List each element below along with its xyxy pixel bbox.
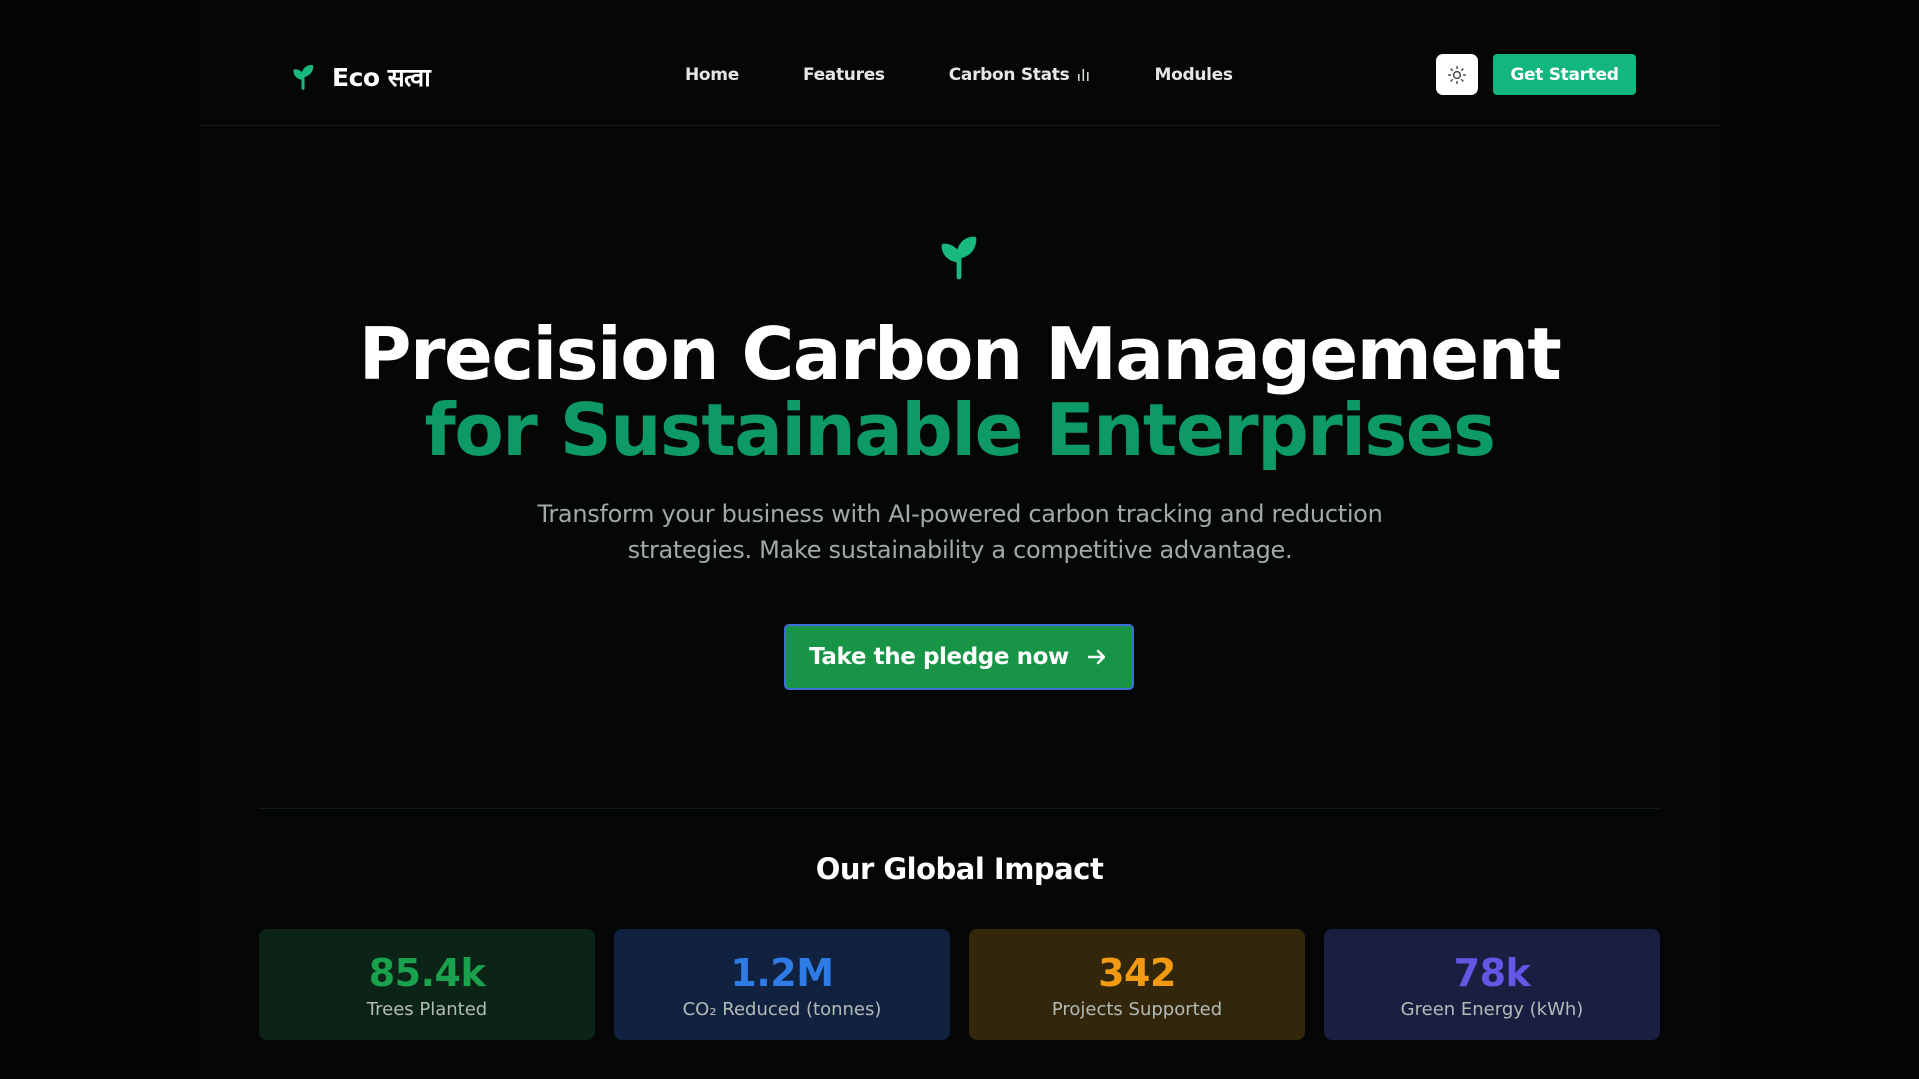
impact-title: Our Global Impact <box>815 852 1104 886</box>
theme-toggle-button[interactable] <box>1436 54 1478 95</box>
take-pledge-label: Take the pledge now <box>809 644 1069 670</box>
stat-label: Projects Supported <box>1051 999 1223 1020</box>
stat-card-co2: 1.2M CO₂ Reduced (tonnes) <box>614 929 950 1040</box>
stat-card-trees: 85.4k Trees Planted <box>259 929 595 1040</box>
nav-carbon-stats[interactable]: Carbon Stats <box>949 65 1091 85</box>
sprout-icon <box>941 236 977 280</box>
nav-modules-label: Modules <box>1154 65 1233 85</box>
take-pledge-button[interactable]: Take the pledge now <box>784 624 1134 690</box>
get-started-button[interactable]: Get Started <box>1493 54 1636 95</box>
nav-features-label: Features <box>802 65 885 85</box>
brand-logo[interactable]: Eco सत्वा <box>288 57 431 97</box>
nav-carbon-stats-label: Carbon Stats <box>948 65 1070 85</box>
stat-value: 85.4k <box>368 951 486 995</box>
stat-card-projects: 342 Projects Supported <box>969 929 1305 1040</box>
sun-icon <box>1447 65 1467 84</box>
stat-label: Green Energy (kWh) <box>1400 999 1584 1020</box>
stat-label: Trees Planted <box>366 999 488 1020</box>
hero-title: Precision Carbon Management for Sustaina… <box>0 316 1919 468</box>
nav-home-label: Home <box>685 65 739 85</box>
main-nav: Home Features Carbon Stats Modules <box>685 65 1233 85</box>
stat-value: 1.2M <box>730 951 834 995</box>
stat-card-energy: 78k Green Energy (kWh) <box>1324 929 1660 1040</box>
section-divider <box>259 808 1660 809</box>
hero-title-line1: Precision Carbon Management <box>358 312 1562 396</box>
brand-name: Eco सत्वा <box>332 63 431 92</box>
stat-value: 78k <box>1453 951 1531 995</box>
navbar: Eco सत्वा Home Features Carbon Stats Mod… <box>200 26 1720 126</box>
nav-modules[interactable]: Modules <box>1154 65 1233 85</box>
hero-title-line2: for Sustainable Enterprises <box>424 388 1496 472</box>
hero-subtitle: Transform your business with AI-powered … <box>537 500 1383 564</box>
arrow-right-icon <box>1087 649 1106 665</box>
bar-chart-icon <box>1078 69 1090 81</box>
stat-label: CO₂ Reduced (tonnes) <box>682 999 882 1020</box>
stat-value: 342 <box>1098 951 1176 995</box>
sprout-icon <box>293 64 314 90</box>
nav-home[interactable]: Home <box>685 65 739 85</box>
nav-features[interactable]: Features <box>803 65 885 85</box>
